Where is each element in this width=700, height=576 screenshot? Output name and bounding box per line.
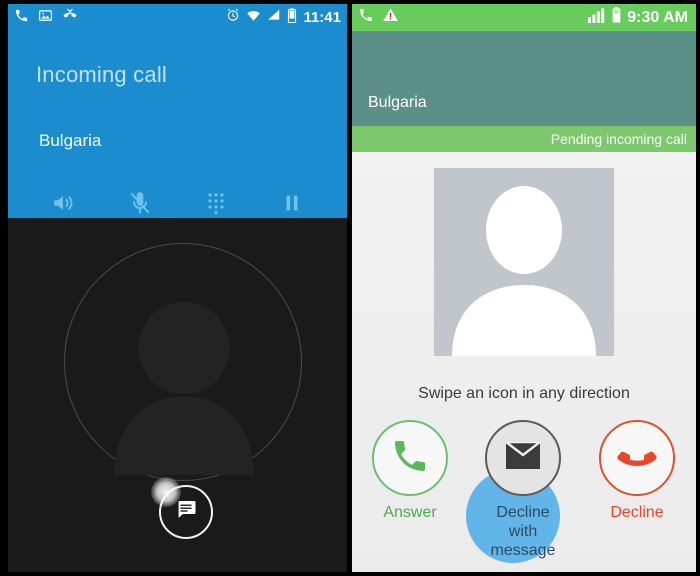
contact-avatar-placeholder: [434, 168, 614, 356]
answer-button-circle[interactable]: [372, 420, 448, 496]
decline-button-label: Decline: [610, 504, 664, 521]
left-glance-answer-area: [8, 218, 347, 572]
signal-icon: [588, 8, 606, 28]
status-bar-clock: 9:30 AM: [627, 8, 688, 26]
hangup-icon: [616, 443, 658, 474]
answer-button-label: Answer: [383, 504, 437, 521]
pending-call-status-text: Pending incoming call: [550, 131, 687, 147]
hold-icon[interactable]: [275, 186, 309, 220]
dialpad-icon[interactable]: [199, 186, 233, 220]
left-contact-name: Bulgaria: [39, 131, 102, 150]
status-bar-right-icons: 11:41: [226, 7, 341, 28]
phone-in-call-icon: [358, 7, 374, 28]
battery-icon: [287, 7, 297, 28]
left-phone-screen: 11:41 Incoming call Bulgaria: [8, 4, 347, 572]
warning-icon: [382, 7, 399, 28]
missed-call-icon: [62, 7, 78, 28]
mute-icon[interactable]: [123, 186, 157, 220]
status-bar-clock: 11:41: [303, 9, 341, 26]
call-action-row: Answer Decline with message Decline: [352, 420, 696, 563]
status-bar-right-icons: 9:30 AM: [588, 7, 688, 28]
status-bar-left-icons: [358, 7, 399, 28]
wifi-icon: [246, 8, 261, 28]
message-bubble-icon: [174, 498, 198, 527]
answer-phone-icon: [390, 436, 430, 481]
decline-with-message-label: Decline with message: [490, 504, 556, 559]
answer-button[interactable]: Answer: [370, 420, 450, 522]
screenshot-root: 11:41 Incoming call Bulgaria 9:30 AM Bul…: [0, 0, 700, 576]
in-call-action-bar: [8, 183, 347, 223]
right-call-header: Bulgaria: [352, 31, 696, 126]
left-incoming-call-card: Incoming call Bulgaria: [8, 31, 347, 218]
incoming-call-label: Incoming call: [36, 62, 167, 87]
signal-icon: [267, 8, 281, 27]
battery-icon: [611, 7, 622, 28]
left-status-bar: 11:41: [8, 4, 347, 31]
alarm-icon: [226, 8, 240, 27]
right-phone-screen: 9:30 AM Bulgaria Pending incoming call S…: [352, 4, 696, 572]
touch-indicator: [151, 477, 181, 507]
swipe-hint-text: Swipe an icon in any direction: [418, 385, 630, 402]
phone-in-call-icon: [14, 8, 29, 28]
decline-with-message-circle[interactable]: [485, 420, 561, 496]
ghost-avatar: [104, 300, 264, 475]
right-status-bar: 9:30 AM: [352, 4, 696, 31]
pending-call-status-bar: Pending incoming call: [352, 126, 696, 152]
envelope-icon: [502, 440, 544, 474]
decline-button-circle[interactable]: [599, 420, 675, 496]
right-call-body: Swipe an icon in any direction Answer De…: [352, 152, 696, 572]
decline-button[interactable]: Decline: [597, 420, 677, 522]
right-contact-name: Bulgaria: [368, 94, 427, 111]
status-bar-left-icons: [14, 7, 78, 28]
screenshot-icon: [38, 8, 53, 28]
speaker-icon[interactable]: [47, 186, 81, 220]
